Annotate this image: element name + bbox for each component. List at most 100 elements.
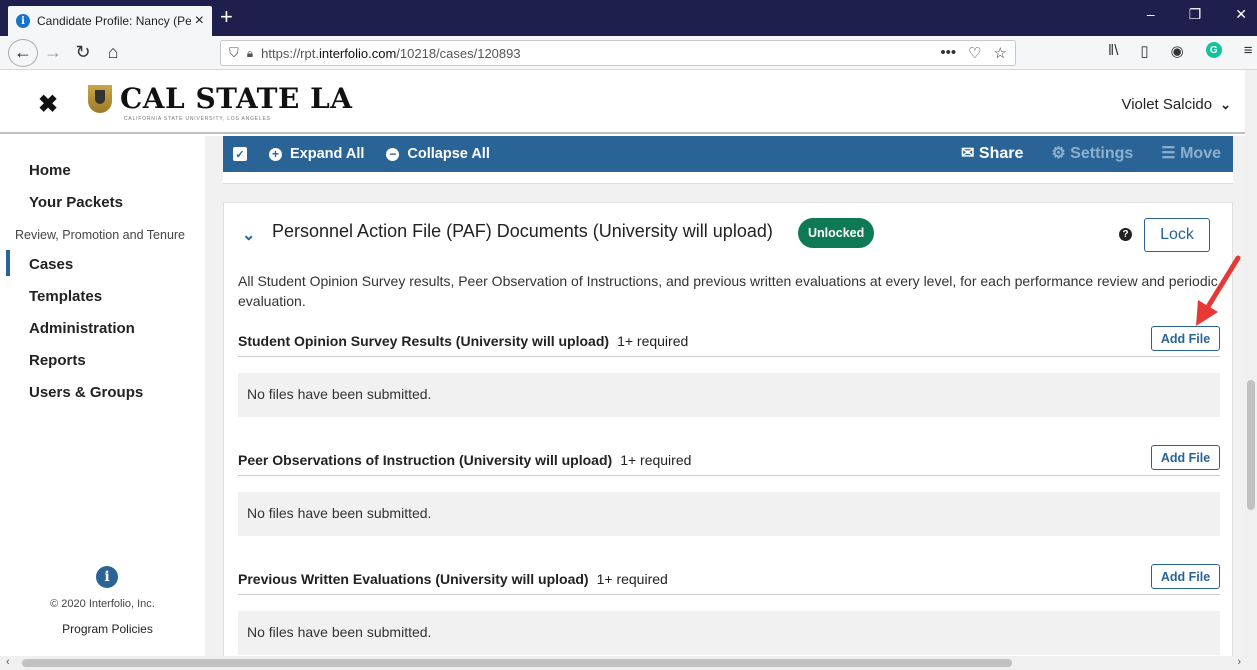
logo-text: CAL STATE LA xyxy=(120,82,353,115)
browser-toolbar-icons: ‖\ ▯ ◉ G ≡ xyxy=(1108,42,1253,60)
more-actions-icon[interactable]: ••• xyxy=(940,44,956,62)
sidebar-item-users-groups[interactable]: Users & Groups xyxy=(29,384,143,401)
section-title: Student Opinion Survey Results (Universi… xyxy=(238,333,688,349)
settings-button[interactable]: ⚙ Settings xyxy=(1051,143,1133,163)
browser-tab[interactable]: i Candidate Profile: Nancy (Perfo × xyxy=(8,6,212,36)
vertical-scrollbar[interactable] xyxy=(1245,70,1257,656)
sidebar-item-cases[interactable]: Cases xyxy=(29,256,73,273)
scroll-left-icon[interactable]: ‹ xyxy=(6,656,10,668)
user-name: Violet Salcido xyxy=(1121,96,1213,113)
user-menu[interactable]: Violet Salcido ⌄ xyxy=(1121,96,1231,113)
section-requirement: 1+ required xyxy=(617,333,689,349)
section-requirement: 1+ required xyxy=(620,452,692,468)
sidebar-section-label: Review, Promotion and Tenure xyxy=(15,228,186,242)
menu-icon[interactable]: ≡ xyxy=(1244,42,1253,60)
cal-state-la-logo[interactable]: CAL STATE LA CALIFORNIA STATE UNIVERSITY… xyxy=(88,82,353,122)
minimize-icon[interactable]: – xyxy=(1147,6,1155,23)
card-title[interactable]: Personnel Action File (PAF) Documents (U… xyxy=(272,221,773,242)
empty-files-message: No files have been submitted. xyxy=(238,373,1220,417)
expand-all-label: Expand All xyxy=(290,146,365,162)
help-icon[interactable]: ? xyxy=(1119,228,1132,241)
expand-all-button[interactable]: + Expand All xyxy=(269,146,364,162)
share-label: Share xyxy=(978,145,1024,162)
library-icon[interactable]: ‖\ xyxy=(1108,42,1118,60)
lock-button[interactable]: Lock xyxy=(1144,218,1210,252)
info-icon[interactable]: i xyxy=(96,566,118,588)
section-header: Peer Observations of Instruction (Univer… xyxy=(238,445,1220,476)
sidebar-item-your-packets[interactable]: Your Packets xyxy=(29,194,123,211)
section-title-text: Student Opinion Survey Results (Universi… xyxy=(238,333,610,349)
collapse-chevron-icon[interactable]: ⌄ xyxy=(242,225,255,245)
url-bar[interactable]: ⛉ 🔒︎ https://rpt.interfolio.com/10218/ca… xyxy=(220,40,1016,66)
horizontal-scrollbar[interactable]: ‹ › xyxy=(0,656,1257,670)
back-arrow-icon: ← xyxy=(14,42,32,62)
restore-icon[interactable]: ❐ xyxy=(1189,6,1202,23)
browser-nav-bar: ← → ↻ ⌂ ⛉ 🔒︎ https://rpt.interfolio.com/… xyxy=(0,36,1257,70)
url-path: /10218/cases/120893 xyxy=(396,45,521,61)
forward-button[interactable]: → xyxy=(38,42,68,63)
scroll-thumb[interactable] xyxy=(1247,380,1255,510)
scroll-thumb[interactable] xyxy=(22,659,1012,667)
extension-icon[interactable]: ◉ xyxy=(1171,42,1184,60)
back-button[interactable]: ← xyxy=(8,38,38,67)
settings-label: Settings xyxy=(1070,145,1134,162)
select-all-checkbox[interactable]: ✓ xyxy=(233,147,247,161)
bookmark-star-icon[interactable]: ☆ xyxy=(994,44,1007,62)
lock-icon[interactable]: 🔒︎ xyxy=(247,46,253,61)
close-icon[interactable]: ✖ xyxy=(38,90,58,119)
move-button[interactable]: ☰ Move xyxy=(1161,143,1221,163)
new-tab-button[interactable]: + xyxy=(220,4,233,30)
sidebar-item-administration[interactable]: Administration xyxy=(29,320,135,337)
add-file-button[interactable]: Add File xyxy=(1151,445,1220,470)
collapse-all-button[interactable]: − Collapse All xyxy=(386,146,490,162)
empty-files-message: No files have been submitted. xyxy=(238,611,1220,655)
chevron-down-icon: ⌄ xyxy=(1220,97,1231,112)
gears-icon: ⚙ xyxy=(1051,145,1066,162)
logo-shield-icon xyxy=(88,84,112,113)
program-policies-link[interactable]: Program Policies xyxy=(0,622,215,636)
envelope-icon: ✉ xyxy=(961,145,975,162)
scroll-right-icon[interactable]: › xyxy=(1237,656,1241,668)
copyright: © 2020 Interfolio, Inc. xyxy=(50,598,155,610)
share-button[interactable]: ✉ Share xyxy=(961,143,1023,163)
move-label: Move xyxy=(1180,145,1221,162)
toolbar-actions: ✉ Share ⚙ Settings ☰ Move xyxy=(961,143,1221,163)
url-text: https://rpt.interfolio.com/10218/cases/1… xyxy=(261,46,520,61)
app-header: ✖ CAL STATE LA CALIFORNIA STATE UNIVERSI… xyxy=(0,70,1257,134)
minus-circle-icon: − xyxy=(386,147,400,161)
section-title: Previous Written Evaluations (University… xyxy=(238,571,668,587)
status-badge: Unlocked xyxy=(798,218,875,248)
move-icon: ☰ xyxy=(1161,145,1176,162)
close-window-icon[interactable]: ✕ xyxy=(1235,6,1247,23)
sidebar-item-home[interactable]: Home xyxy=(29,162,71,179)
plus-circle-icon: + xyxy=(269,147,282,161)
paf-documents-card: ⌄ Personnel Action File (PAF) Documents … xyxy=(223,202,1233,662)
add-file-button[interactable]: Add File xyxy=(1151,564,1220,589)
sidebar-item-reports[interactable]: Reports xyxy=(29,352,86,369)
section-header: Previous Written Evaluations (University… xyxy=(238,564,1220,595)
tracking-shield-icon[interactable]: ⛉ xyxy=(229,45,239,61)
section-requirement: 1+ required xyxy=(596,571,668,587)
active-indicator xyxy=(6,250,10,276)
main-content: ✓ + Expand All − Collapse All ✉ Share ⚙ Se… xyxy=(205,136,1245,662)
sidebar: Home Your Packets Review, Promotion and … xyxy=(0,136,205,656)
grammarly-icon[interactable]: G xyxy=(1205,42,1222,58)
home-button[interactable]: ⌂ xyxy=(98,42,128,63)
url-prefix: https://rpt. xyxy=(261,45,319,61)
sidebar-item-templates[interactable]: Templates xyxy=(29,288,102,305)
info-icon: i xyxy=(16,14,30,28)
logo-subtext: CALIFORNIA STATE UNIVERSITY, LOS ANGELES xyxy=(124,116,271,122)
sidebar-icon[interactable]: ▯ xyxy=(1140,42,1148,60)
collapse-all-label: Collapse All xyxy=(407,146,490,162)
url-domain: interfolio.com xyxy=(318,45,397,61)
close-tab-icon[interactable]: × xyxy=(195,12,204,30)
pocket-icon[interactable]: ♡ xyxy=(968,44,981,62)
section-title: Peer Observations of Instruction (Univer… xyxy=(238,452,691,468)
case-toolbar: ✓ + Expand All − Collapse All ✉ Share ⚙ Se… xyxy=(223,136,1233,172)
url-actions: ••• ♡ ☆ xyxy=(940,44,1007,62)
window-controls: – ❐ ✕ xyxy=(1147,6,1247,23)
annotation-arrow xyxy=(1196,255,1241,326)
tab-title: Candidate Profile: Nancy (Perfo xyxy=(37,14,191,28)
reload-button[interactable]: ↻ xyxy=(68,42,98,63)
browser-tab-bar: i Candidate Profile: Nancy (Perfo × + – … xyxy=(0,0,1257,36)
